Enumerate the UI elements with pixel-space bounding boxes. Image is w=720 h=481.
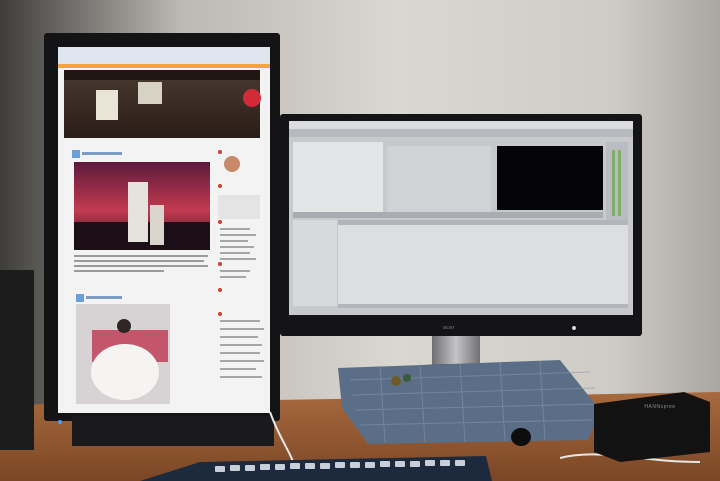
timeline-scrollbar xyxy=(338,304,628,308)
timeline-header xyxy=(293,220,337,306)
power-button-right xyxy=(572,326,576,330)
sunset-person-2 xyxy=(150,205,164,245)
sidebar-avatar xyxy=(224,156,240,172)
media-device-label: HANNspree xyxy=(644,404,675,410)
post-avatar-2 xyxy=(76,294,84,302)
browser-tab-bar xyxy=(58,64,270,68)
speaker-left xyxy=(0,270,34,450)
timeline-area xyxy=(338,224,628,306)
post-title-2 xyxy=(86,296,122,299)
sidebar-calendar xyxy=(218,195,260,219)
computer-mouse xyxy=(511,428,531,446)
media-device: HANNspree xyxy=(594,392,710,462)
monitor-left-screen xyxy=(58,47,270,413)
editor-toolbar xyxy=(289,129,633,137)
monitor-left-base xyxy=(72,416,274,446)
explorer-panel xyxy=(293,142,383,212)
monitor-left xyxy=(44,33,280,446)
media-device-body xyxy=(594,392,710,462)
wedding-head xyxy=(117,319,131,333)
post-avatar-1 xyxy=(72,150,80,158)
monitor-right-screen xyxy=(289,121,633,315)
preview-panel xyxy=(497,146,603,210)
header-sign-left xyxy=(96,90,118,120)
header-lantern xyxy=(243,89,261,107)
header-sign-center xyxy=(138,82,162,104)
sunset-person xyxy=(128,182,148,242)
header-roof xyxy=(64,70,260,80)
post-title-1 xyxy=(82,152,122,155)
editor-menubar xyxy=(289,121,633,129)
wedding-dress xyxy=(91,344,159,400)
timeline-ruler xyxy=(338,220,628,225)
audio-meter-panel xyxy=(606,142,628,222)
monitor-brand-logo: acer xyxy=(443,325,455,331)
photo-scene: acer HANNspree xyxy=(0,0,720,481)
panel-tabs xyxy=(293,212,603,218)
figurine xyxy=(391,376,401,386)
power-light-left xyxy=(58,420,62,424)
trimmer-panel xyxy=(387,146,491,212)
figurine-2 xyxy=(403,374,411,382)
